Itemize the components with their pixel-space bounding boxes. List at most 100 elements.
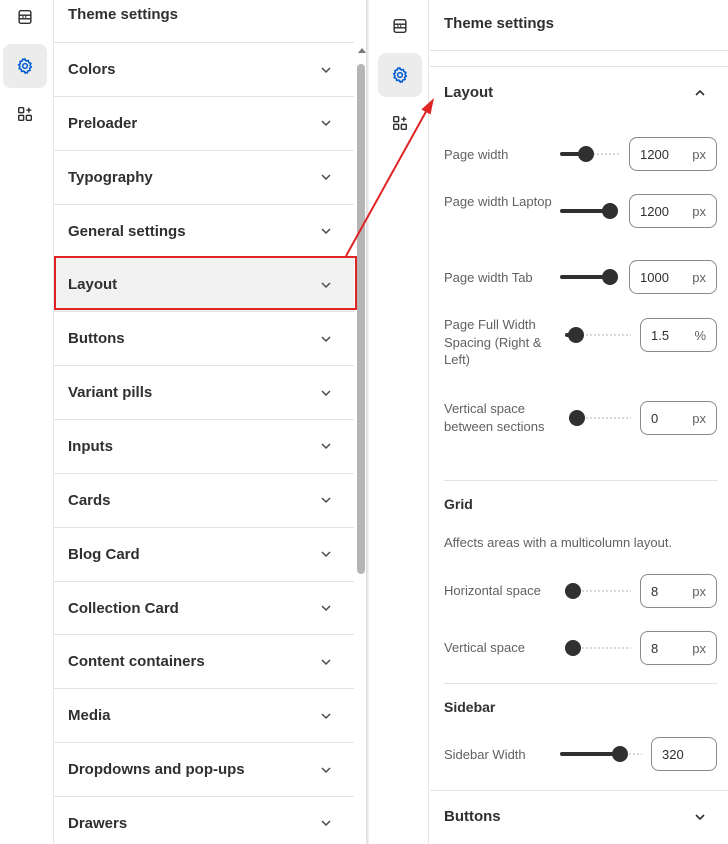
slider-fill [560, 752, 620, 756]
list-item-typography[interactable]: Typography [54, 149, 354, 204]
list-item-media[interactable]: Media [54, 688, 354, 742]
apps-icon[interactable] [378, 101, 422, 145]
list-item-content-containers[interactable]: Content containers [54, 634, 354, 688]
chevron-down-icon[interactable] [320, 387, 332, 399]
list-item-drawers[interactable]: Drawers [54, 795, 354, 844]
page-width-tab-label: Page width Tab [444, 270, 533, 285]
full-width-spacing-input[interactable]: 1.5 % [640, 318, 717, 352]
list-item-inputs[interactable]: Inputs [54, 418, 354, 473]
vertical-space-slider[interactable] [565, 640, 631, 656]
sidebar-width-slider[interactable] [560, 746, 642, 762]
list-item-general-settings[interactable]: General settings [54, 203, 354, 258]
slider-thumb[interactable] [569, 410, 585, 426]
divider [444, 683, 718, 684]
page-width-slider[interactable] [560, 146, 620, 162]
chevron-down-icon[interactable] [320, 117, 332, 129]
horizontal-space-input[interactable]: 8 px [640, 574, 717, 608]
page-width-laptop-input[interactable]: 1200 px [629, 194, 717, 228]
horizontal-space-unit: px [692, 583, 706, 599]
list-item-variant-pills[interactable]: Variant pills [54, 365, 354, 419]
chevron-down-icon[interactable] [320, 764, 332, 776]
slider-thumb[interactable] [611, 746, 628, 762]
scroll-up-arrow-icon[interactable] [358, 48, 366, 53]
chevron-down-icon[interactable] [320, 225, 332, 237]
page-width-laptop-label: Page width Laptop [444, 194, 552, 209]
horizontal-space-slider[interactable] [565, 583, 631, 599]
vertical-space-sections-slider[interactable] [569, 410, 631, 426]
chevron-down-icon[interactable] [320, 279, 332, 291]
right-icon-rail [369, 0, 429, 844]
chevron-down-icon[interactable] [320, 710, 332, 722]
page-width-input[interactable]: 1200 px [629, 137, 717, 171]
slider-thumb[interactable] [602, 269, 618, 285]
list-item-label: Buttons [68, 330, 125, 348]
divider [430, 66, 728, 67]
page-width-tab-slider[interactable] [560, 269, 618, 285]
list-item-label: Collection Card [68, 599, 179, 617]
list-item-dropdowns-and-pop-ups[interactable]: Dropdowns and pop-ups [54, 742, 354, 796]
divider [430, 790, 728, 791]
vertical-space-sections-input[interactable]: 0 px [640, 401, 717, 435]
horizontal-space-label: Horizontal space [444, 583, 541, 598]
vertical-space-value: 8 [651, 640, 659, 656]
layout-section-title[interactable]: Layout [444, 84, 493, 101]
layout-settings-panel: Theme settings Layout Page width 1200 px… [430, 0, 728, 844]
chevron-down-icon[interactable] [694, 811, 706, 823]
vertical-space-unit: px [692, 640, 706, 656]
page-width-laptop-slider[interactable] [560, 203, 618, 219]
sections-icon[interactable] [3, 0, 47, 39]
vertical-space-sections-value: 0 [651, 410, 659, 426]
slider-thumb[interactable] [568, 327, 585, 343]
full-width-spacing-slider[interactable] [565, 327, 631, 343]
buttons-section-title[interactable]: Buttons [444, 808, 501, 825]
list-item-buttons[interactable]: Buttons [54, 311, 354, 365]
chevron-up-icon[interactable] [694, 87, 706, 99]
list-item-cards[interactable]: Cards [54, 472, 354, 527]
page-width-unit: px [692, 146, 706, 162]
list-item-label: Drawers [68, 814, 128, 832]
list-item-label: Content containers [68, 653, 205, 671]
list-item-collection-card[interactable]: Collection Card [54, 580, 354, 635]
theme-settings-list: Theme settings Colors Preloader Typography… [54, 0, 354, 844]
list-item-label: Typography [68, 168, 153, 186]
sidebar-width-label: Sidebar Width [444, 747, 526, 762]
slider-thumb[interactable] [577, 146, 594, 162]
sections-icon[interactable] [378, 4, 422, 48]
grid-section-title: Grid [444, 496, 473, 512]
slider-thumb[interactable] [602, 203, 618, 219]
page-width-tab-unit: px [692, 269, 706, 285]
vertical-space-input[interactable]: 8 px [640, 631, 717, 665]
slider-thumb[interactable] [565, 583, 581, 599]
list-item-preloader[interactable]: Preloader [54, 95, 354, 150]
list-item-label: Layout [68, 276, 118, 294]
divider [444, 480, 718, 481]
scroll-thumb[interactable] [357, 64, 365, 574]
page-width-laptop-value: 1200 [640, 203, 669, 219]
list-item-label: Dropdowns and pop-ups [68, 761, 245, 779]
chevron-down-icon[interactable] [320, 602, 332, 614]
full-width-spacing-value: 1.5 [651, 327, 670, 343]
sidebar-width-input[interactable]: 320 [651, 737, 717, 771]
page-width-tab-input[interactable]: 1000 px [629, 260, 717, 294]
chevron-down-icon[interactable] [320, 656, 332, 668]
horizontal-space-value: 8 [651, 583, 659, 599]
slider-thumb[interactable] [565, 640, 581, 656]
chevron-down-icon[interactable] [320, 171, 332, 183]
gear-icon[interactable] [378, 53, 422, 97]
list-item-layout[interactable]: Layout [54, 257, 354, 312]
gear-icon[interactable] [3, 44, 47, 88]
chevron-down-icon[interactable] [320, 333, 332, 345]
chevron-down-icon[interactable] [320, 817, 332, 829]
full-width-spacing-unit: % [694, 327, 706, 343]
divider [430, 50, 728, 51]
chevron-down-icon[interactable] [320, 548, 332, 560]
list-item-blog-card[interactable]: Blog Card [54, 526, 354, 581]
apps-icon[interactable] [3, 92, 47, 136]
page-width-tab-value: 1000 [640, 269, 669, 285]
sidebar-section-title: Sidebar [444, 699, 496, 715]
chevron-down-icon[interactable] [320, 64, 332, 76]
chevron-down-icon[interactable] [320, 440, 332, 452]
chevron-down-icon[interactable] [320, 494, 332, 506]
list-item-colors[interactable]: Colors [54, 42, 354, 96]
list-title: Theme settings [68, 6, 179, 23]
